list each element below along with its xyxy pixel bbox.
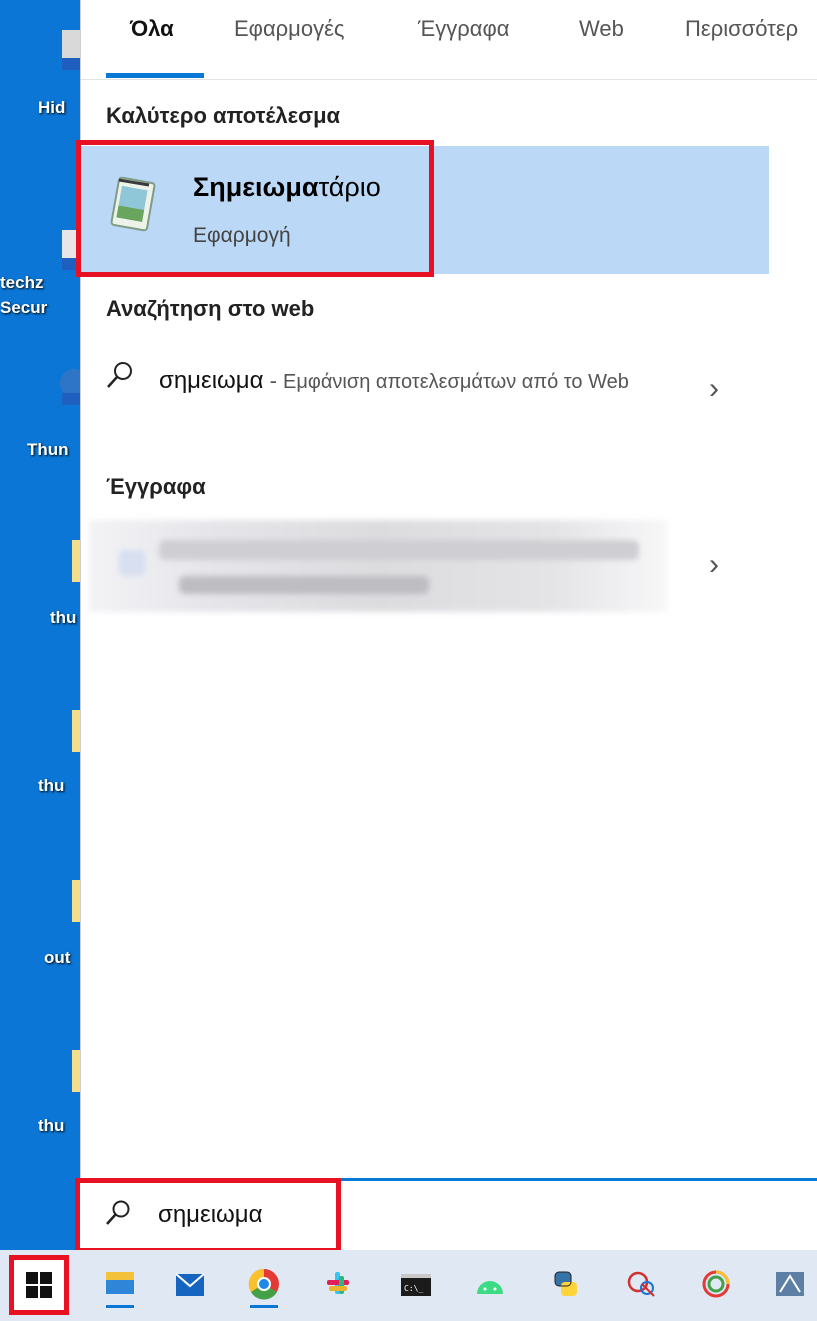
chevron-right-icon[interactable]: › bbox=[709, 372, 719, 406]
file-explorer-button[interactable] bbox=[100, 1262, 140, 1308]
mail-button[interactable] bbox=[170, 1262, 210, 1306]
web-suffix: Εμφάνιση αποτελεσμάτων από το Web bbox=[283, 371, 629, 393]
desktop-label: techz bbox=[0, 273, 44, 292]
pinned-app-button[interactable] bbox=[770, 1262, 810, 1306]
app-swirl-button[interactable] bbox=[696, 1262, 736, 1306]
desktop: Hid techz Secur Thun thu thu out thu bbox=[0, 0, 80, 1250]
app-icon bbox=[776, 1272, 804, 1296]
swirl-app-icon bbox=[702, 1270, 730, 1298]
web-search-text: σημειωμα - Εμφάνιση αποτελεσμάτων από το… bbox=[159, 362, 659, 401]
python-button[interactable] bbox=[546, 1262, 586, 1306]
thunderbird-icon bbox=[60, 369, 80, 405]
snipping-tool-button[interactable] bbox=[622, 1262, 662, 1306]
python-icon bbox=[554, 1271, 577, 1296]
tab-apps[interactable]: Εφαρμογές bbox=[234, 16, 345, 42]
desktop-label[interactable]: out bbox=[44, 948, 70, 968]
desktop-label[interactable]: thu bbox=[38, 776, 64, 796]
document-icon bbox=[119, 550, 145, 576]
chrome-button[interactable] bbox=[244, 1262, 284, 1308]
windows-logo-icon bbox=[26, 1272, 52, 1298]
web-search-result[interactable]: σημειωμα - Εμφάνιση αποτελεσμάτων από το… bbox=[81, 340, 817, 450]
document-result[interactable]: › bbox=[81, 520, 817, 612]
best-match-highlight bbox=[76, 140, 434, 277]
desktop-label: Thun bbox=[27, 440, 69, 459]
tab-all[interactable]: Όλα bbox=[130, 16, 174, 42]
android-icon bbox=[477, 1281, 503, 1294]
tab-documents[interactable]: Έγγραφα bbox=[418, 16, 509, 42]
slack-button[interactable] bbox=[318, 1262, 358, 1306]
folder-icon bbox=[72, 540, 80, 582]
search-icon bbox=[107, 362, 132, 388]
folder-icon bbox=[72, 1050, 80, 1092]
mail-icon bbox=[175, 1273, 205, 1296]
search-input-highlight bbox=[75, 1178, 341, 1253]
slack-icon bbox=[327, 1272, 349, 1294]
desktop-label[interactable]: thu bbox=[38, 1116, 64, 1136]
web-search-header: Αναζήτηση στο web bbox=[106, 296, 315, 321]
divider bbox=[81, 79, 817, 80]
taskbar: C:\_ bbox=[0, 1250, 817, 1321]
chevron-right-icon[interactable]: › bbox=[709, 548, 719, 582]
snipping-tool-icon bbox=[627, 1271, 655, 1297]
start-button[interactable] bbox=[9, 1255, 69, 1315]
web-query: σημειωμα bbox=[159, 367, 264, 394]
desktop-label: Secur bbox=[0, 298, 48, 317]
documents-header: Έγγραφα bbox=[106, 474, 206, 499]
web-separator: - bbox=[263, 368, 284, 393]
best-match-header: Καλύτερο αποτέλεσμα bbox=[106, 103, 341, 128]
android-studio-button[interactable] bbox=[470, 1262, 510, 1306]
shortcut-icon bbox=[62, 30, 80, 70]
tab-more[interactable]: Περισσότερ bbox=[685, 16, 798, 42]
tab-web[interactable]: Web bbox=[579, 16, 624, 42]
active-tab-indicator bbox=[106, 73, 204, 78]
chrome-icon bbox=[248, 1268, 279, 1300]
file-explorer-icon bbox=[106, 1272, 134, 1294]
folder-icon bbox=[72, 880, 80, 922]
search-tabs: Όλα Εφαρμογές Έγγραφα Web Περισσότερ bbox=[81, 0, 817, 80]
blurred-document-content bbox=[89, 520, 667, 612]
svg-text:C:\_: C:\_ bbox=[404, 1284, 423, 1293]
command-prompt-button[interactable]: C:\_ bbox=[396, 1262, 436, 1306]
desktop-label[interactable]: thu bbox=[50, 608, 76, 628]
desktop-label: Hid bbox=[38, 98, 66, 117]
command-prompt-icon: C:\_ bbox=[401, 1274, 431, 1296]
folder-icon bbox=[72, 710, 80, 752]
